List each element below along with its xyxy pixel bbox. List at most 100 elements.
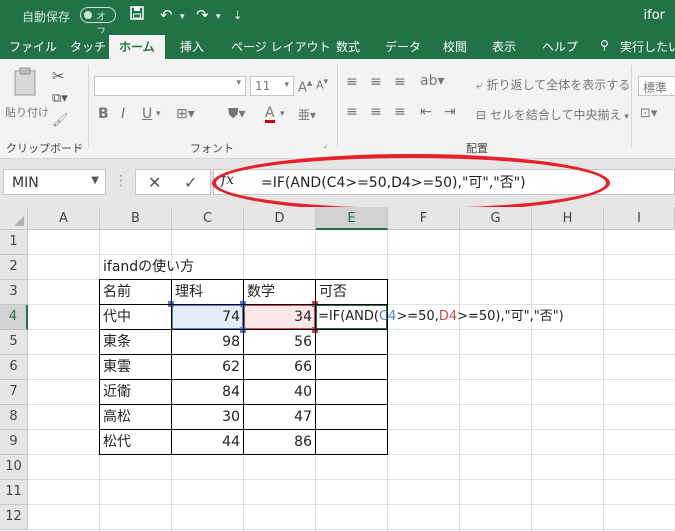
row-header-8[interactable]: 8: [0, 405, 28, 430]
header-science[interactable]: 理科: [175, 280, 203, 305]
cut-icon[interactable]: ✂: [52, 67, 65, 85]
save-icon[interactable]: [130, 6, 144, 24]
cell-name[interactable]: 松代: [103, 430, 131, 455]
cell-math[interactable]: 56: [244, 330, 312, 355]
borders-icon[interactable]: ⊞▾: [176, 106, 195, 122]
name-box[interactable]: MIN ▼: [3, 169, 106, 195]
row-header-2[interactable]: 2: [0, 255, 28, 280]
grow-font-icon[interactable]: A▴: [298, 76, 312, 95]
column-header-f[interactable]: F: [388, 207, 460, 230]
underline-icon[interactable]: U: [142, 106, 152, 122]
column-header-i[interactable]: I: [604, 207, 675, 230]
row-header-6[interactable]: 6: [0, 355, 28, 380]
font-size-combo[interactable]: 11 ▾: [250, 76, 294, 96]
align-middle-icon[interactable]: ≡: [370, 74, 382, 90]
font-color-icon[interactable]: A: [265, 106, 275, 123]
cell-science[interactable]: 98: [172, 330, 240, 355]
orientation-icon[interactable]: ab▾: [420, 73, 445, 89]
column-header-e[interactable]: E: [316, 207, 388, 230]
wrap-text-button[interactable]: ⤶ 折り返して全体を表示する: [476, 76, 630, 93]
cell-name[interactable]: 東条: [103, 330, 131, 355]
tab-insert[interactable]: 挿入: [180, 38, 204, 55]
cell-math[interactable]: 86: [244, 430, 312, 455]
sheet-title-cell[interactable]: ifandの使い方: [103, 255, 194, 280]
align-left-icon[interactable]: ≡: [346, 104, 358, 120]
tab-file[interactable]: ファイル: [9, 38, 57, 55]
tab-page-layout[interactable]: ページ レイアウト: [231, 38, 331, 55]
row-header-3[interactable]: 3: [0, 280, 28, 305]
merge-center-button[interactable]: ⊟ セルを結合して中央揃え ▾: [476, 106, 629, 123]
header-name[interactable]: 名前: [103, 280, 131, 305]
cell-science[interactable]: 84: [172, 380, 240, 405]
cell-math[interactable]: 47: [244, 405, 312, 430]
header-math[interactable]: 数学: [247, 280, 275, 305]
accounting-format-icon[interactable]: ⊡▾: [640, 106, 657, 121]
fill-color-icon[interactable]: ⛊▾: [228, 106, 246, 122]
row-header-7[interactable]: 7: [0, 380, 28, 405]
increase-indent-icon[interactable]: ⇥: [444, 104, 456, 120]
worksheet-grid[interactable]: A B C D E F G H I 1 2 3 4 5 6 7 8 9 10 1…: [0, 207, 675, 531]
tell-me-search-icon[interactable]: ⚲: [600, 38, 609, 52]
underline-dropdown-icon[interactable]: ▾: [156, 109, 161, 119]
format-painter-icon[interactable]: 🖌: [52, 113, 69, 128]
customize-qat-icon[interactable]: ⇣: [233, 9, 242, 22]
align-right-icon[interactable]: ≡: [394, 104, 406, 120]
cell-math[interactable]: 40: [244, 380, 312, 405]
align-top-icon[interactable]: ≡: [346, 74, 358, 90]
tab-view[interactable]: 表示: [492, 38, 516, 55]
font-name-combo[interactable]: ▾: [94, 76, 246, 96]
font-color-dropdown-icon[interactable]: ▾: [280, 109, 285, 119]
tab-home[interactable]: ホーム: [109, 35, 165, 59]
cell-science[interactable]: 62: [172, 355, 240, 380]
redo-dropdown-icon[interactable]: ▾: [216, 12, 221, 22]
column-header-d[interactable]: D: [244, 207, 316, 230]
decrease-indent-icon[interactable]: ⇤: [420, 104, 432, 120]
tab-review[interactable]: 校閲: [443, 38, 467, 55]
paste-icon[interactable]: [12, 67, 40, 100]
row-header-11[interactable]: 11: [0, 480, 28, 505]
row-header-10[interactable]: 10: [0, 455, 28, 480]
align-bottom-icon[interactable]: ≡: [394, 74, 406, 90]
cell-math[interactable]: 66: [244, 355, 312, 380]
cell-science[interactable]: 74: [172, 305, 240, 330]
select-all-button[interactable]: [0, 207, 28, 230]
copy-icon[interactable]: ⧉▾: [52, 91, 68, 106]
undo-icon[interactable]: ↶: [160, 6, 173, 24]
font-launcher-icon[interactable]: ⌟: [323, 140, 327, 150]
cell-name[interactable]: 代中: [103, 305, 131, 330]
align-center-icon[interactable]: ≡: [370, 104, 382, 120]
tab-touch[interactable]: タッチ: [70, 38, 106, 55]
tab-help[interactable]: ヘルプ: [542, 38, 578, 55]
italic-icon[interactable]: I: [121, 106, 125, 122]
row-header-1[interactable]: 1: [0, 230, 28, 255]
row-header-9[interactable]: 9: [0, 430, 28, 455]
column-header-a[interactable]: A: [28, 207, 100, 230]
tab-tell-me[interactable]: 実行したい: [620, 38, 675, 55]
cell-science[interactable]: 44: [172, 430, 240, 455]
autosave-toggle[interactable]: オフ: [80, 7, 116, 38]
shrink-font-icon[interactable]: A▾: [316, 76, 328, 92]
row-header-5[interactable]: 5: [0, 330, 28, 355]
name-box-dropdown-icon[interactable]: ▼: [91, 175, 99, 186]
phonetic-icon[interactable]: 亜▾: [298, 106, 316, 123]
cell-name[interactable]: 近衛: [103, 380, 131, 405]
column-header-h[interactable]: H: [532, 207, 604, 230]
redo-icon[interactable]: ↷: [196, 6, 209, 24]
header-result[interactable]: 可否: [319, 280, 347, 305]
cell-name[interactable]: 高松: [103, 405, 131, 430]
tab-formulas[interactable]: 数式: [336, 38, 360, 55]
column-header-b[interactable]: B: [100, 207, 172, 230]
row-header-4[interactable]: 4: [0, 305, 28, 330]
cancel-icon[interactable]: ✕: [148, 173, 161, 192]
undo-dropdown-icon[interactable]: ▾: [180, 12, 185, 22]
enter-icon[interactable]: ✓: [184, 173, 197, 192]
bold-icon[interactable]: B: [98, 106, 109, 122]
column-header-g[interactable]: G: [460, 207, 532, 230]
row-header-12[interactable]: 12: [0, 505, 28, 530]
formula-bar-grip-icon[interactable]: ⋮: [114, 173, 128, 189]
number-format-combo[interactable]: 標準: [638, 76, 675, 96]
tab-data[interactable]: データ: [385, 38, 421, 55]
paste-label[interactable]: 貼り付け: [5, 104, 49, 120]
cell-science[interactable]: 30: [172, 405, 240, 430]
clipboard-launcher-icon[interactable]: ⌟: [78, 140, 82, 150]
